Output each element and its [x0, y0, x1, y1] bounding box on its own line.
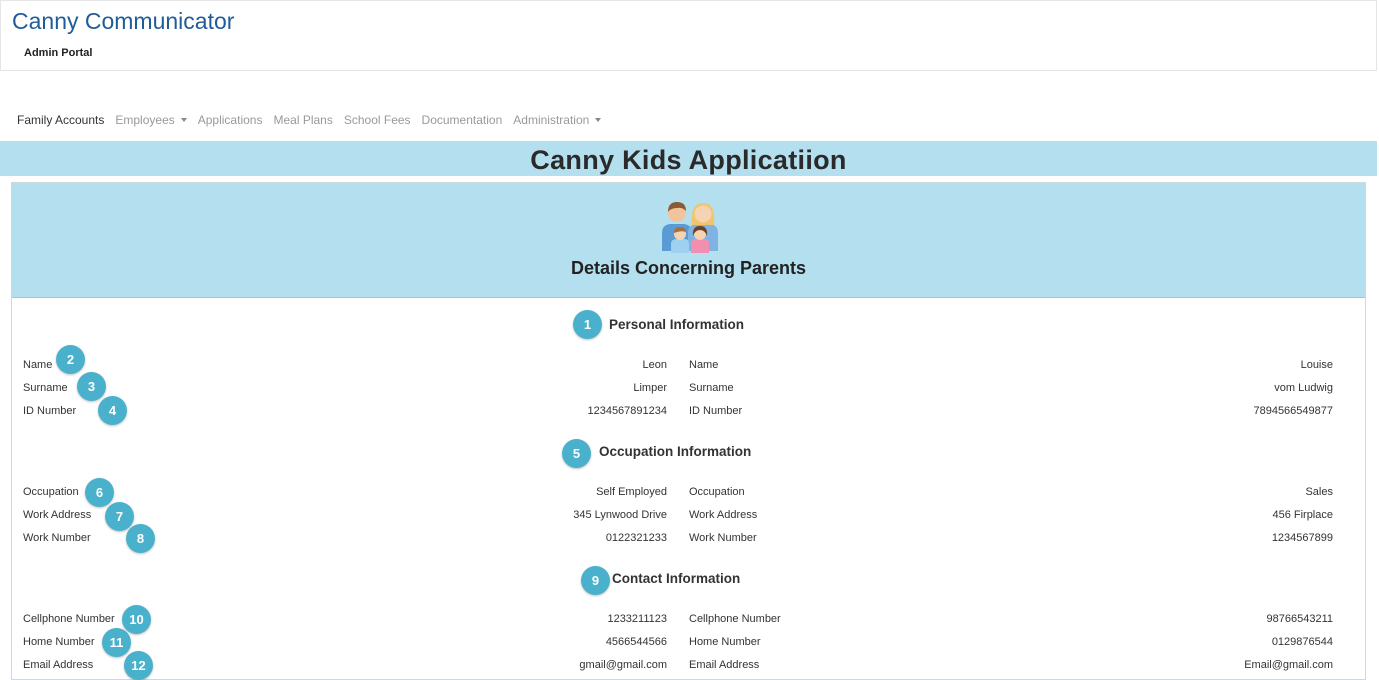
- section-title-occupation: Occupation Information: [599, 444, 752, 459]
- section-title-contact: Contact Information: [612, 571, 741, 586]
- nav-label: School Fees: [343, 113, 411, 127]
- nav-item-documentation[interactable]: Documentation: [422, 113, 503, 127]
- section-title-personal: Personal Information: [609, 317, 745, 332]
- value-occupation-right: Sales: [1305, 486, 1333, 498]
- badge-12: 12: [124, 651, 153, 680]
- nav-label: Administration: [513, 113, 590, 127]
- label-work-address-right: Work Address: [689, 509, 758, 521]
- badge-4: 4: [98, 396, 127, 425]
- label-id-right: ID Number: [689, 405, 743, 417]
- badge-7: 7: [105, 502, 134, 531]
- value-email-left: gmail@gmail.com: [579, 659, 667, 671]
- label-home-right: Home Number: [689, 636, 761, 648]
- value-work-address-left: 345 Lynwood Drive: [573, 509, 667, 521]
- label-cellphone-right: Cellphone Number: [689, 613, 781, 625]
- parents-card: Details Concerning Parents 1 Personal In…: [11, 182, 1366, 680]
- badge-1: 1: [573, 310, 602, 339]
- main-nav: Family Accounts Employees Applications M…: [17, 113, 612, 127]
- value-occupation-left: Self Employed: [596, 486, 667, 498]
- value-surname-right: vom Ludwig: [1274, 382, 1333, 394]
- badge-3: 3: [77, 372, 106, 401]
- nav-item-applications[interactable]: Applications: [198, 113, 263, 127]
- value-name-left: Leon: [642, 359, 667, 371]
- value-work-number-right: 1234567899: [1271, 532, 1333, 544]
- value-id-left: 1234567891234: [587, 405, 667, 417]
- value-email-right: Email@gmail.com: [1244, 659, 1333, 671]
- label-work-number-left: Work Number: [23, 532, 91, 544]
- nav-label: Applications: [197, 113, 263, 127]
- label-email-left: Email Address: [23, 659, 94, 671]
- badge-9: 9: [581, 566, 610, 595]
- nav-item-school-fees[interactable]: School Fees: [344, 113, 411, 127]
- label-surname-left: Surname: [23, 382, 68, 394]
- label-name-right: Name: [689, 359, 719, 371]
- value-surname-left: Limper: [633, 382, 667, 394]
- badge-10: 10: [122, 605, 151, 634]
- badge-8: 8: [126, 524, 155, 553]
- nav-label: Documentation: [421, 113, 503, 127]
- value-home-right: 0129876544: [1271, 636, 1333, 648]
- value-id-right: 7894566549877: [1253, 405, 1333, 417]
- nav-label: Meal Plans: [273, 113, 333, 127]
- value-name-right: Louise: [1300, 359, 1333, 371]
- label-id-left: ID Number: [23, 405, 77, 417]
- app-subtitle: Admin Portal: [24, 47, 93, 59]
- label-name-left: Name: [23, 359, 53, 371]
- label-surname-right: Surname: [689, 382, 734, 394]
- label-occupation-left: Occupation: [23, 486, 79, 498]
- value-work-number-left: 0122321233: [605, 532, 667, 544]
- nav-item-administration[interactable]: Administration: [513, 113, 602, 127]
- badge-2: 2: [56, 345, 85, 374]
- caret-down-icon: [180, 117, 187, 122]
- caret-down-icon: [595, 117, 602, 122]
- badge-5: 5: [562, 439, 591, 468]
- page-banner: Canny Kids Applicatiion: [0, 141, 1377, 176]
- family-icon: [662, 202, 718, 253]
- label-occupation-right: Occupation: [689, 486, 745, 498]
- label-cellphone-left: Cellphone Number: [23, 613, 115, 625]
- nav-item-employees[interactable]: Employees: [115, 113, 187, 127]
- value-work-address-right: 456 Firplace: [1272, 509, 1333, 521]
- nav-item-family-accounts[interactable]: Family Accounts: [17, 113, 104, 127]
- badge-6: 6: [85, 478, 114, 507]
- value-cellphone-left: 1233211123: [607, 613, 667, 625]
- label-email-right: Email Address: [689, 659, 760, 671]
- label-work-number-right: Work Number: [689, 532, 757, 544]
- app-header: Canny Communicator Admin Portal: [0, 0, 1377, 71]
- label-home-left: Home Number: [23, 636, 95, 648]
- nav-label: Employees: [115, 113, 175, 127]
- label-work-address-left: Work Address: [23, 509, 92, 521]
- value-cellphone-right: 98766543211: [1266, 613, 1333, 625]
- app-title[interactable]: Canny Communicator: [12, 8, 234, 35]
- card-header: Details Concerning Parents: [12, 183, 1365, 298]
- nav-item-meal-plans[interactable]: Meal Plans: [273, 113, 332, 127]
- card-title: Details Concerning Parents: [570, 258, 807, 278]
- value-home-left: 4566544566: [605, 636, 667, 648]
- badge-11: 11: [102, 628, 131, 657]
- nav-label: Family Accounts: [17, 113, 105, 127]
